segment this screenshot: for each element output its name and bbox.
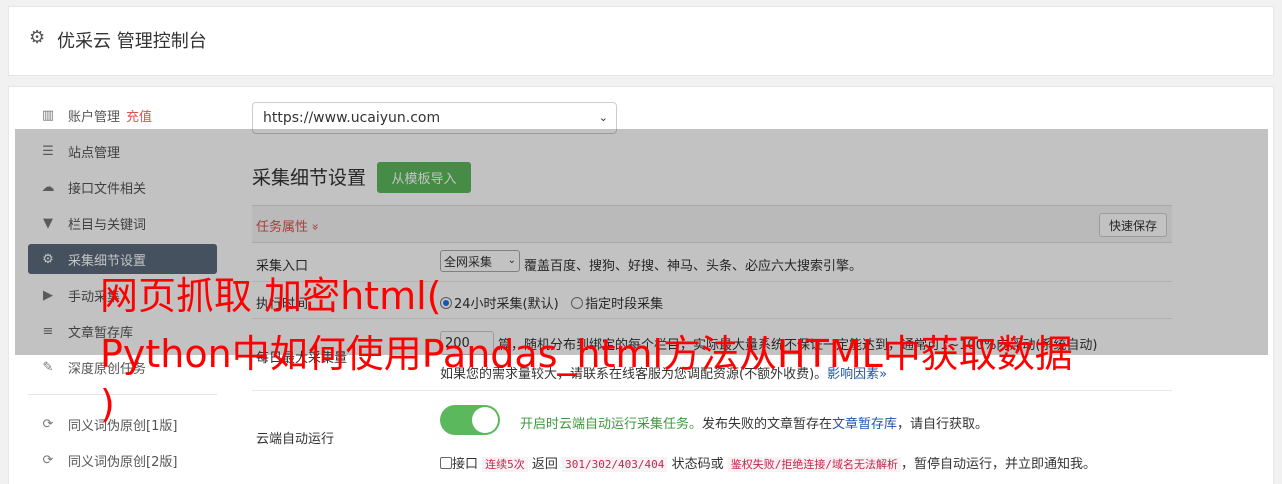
sidebar-item-label: 账户管理: [68, 109, 121, 125]
cloud-label: 云端自动运行: [256, 432, 335, 447]
code-status: 301/302/403/404: [562, 457, 668, 472]
page-title: 优采云 管理控制台: [57, 31, 207, 52]
site-select-value: https://www.ucaiyun.com: [263, 110, 441, 126]
pause-text-1: 返回: [531, 457, 558, 472]
sidebar-item-synonym-v2[interactable]: ⟳ 同义词伪原创[2版]: [28, 445, 217, 475]
pause-text-2: 状态码或: [671, 457, 724, 472]
cloud-toggle-text: 开启时云端自动运行采集任务。: [520, 417, 703, 432]
cloud-run-toggle[interactable]: [440, 405, 500, 435]
watermark-line-2: Python中如何使用Pandas_html方法从HTML中获取数据: [100, 332, 1073, 376]
sidebar-divider: [28, 394, 217, 395]
cloud-pause-option: 接口 连续5次 返回 301/302/403/404 状态码或 鉴权失败/拒绝连…: [440, 453, 1096, 472]
recharge-link[interactable]: 充值: [126, 106, 152, 125]
refresh-icon: ⟳: [42, 416, 54, 432]
code-errors: 鉴权失败/拒绝连接/域名无法解析: [727, 457, 901, 472]
sidebar-item-label: 同义词伪原创[1版]: [68, 418, 178, 434]
sidebar-item-synonym-v1[interactable]: ⟳ 同义词伪原创[1版]: [28, 409, 217, 439]
cloud-desc-before: 发布失败的文章暂存在: [702, 417, 833, 432]
row-divider: [252, 390, 1172, 391]
code-consecutive: 连续5次: [482, 457, 528, 472]
cloud-desc-after: ，请自行获取。: [897, 417, 989, 432]
toggle-knob: [472, 407, 498, 433]
pause-cb-label: 接口: [452, 457, 479, 472]
watermark-line-1: 网页抓取 加密html(: [100, 274, 442, 318]
article-storage-link[interactable]: 文章暂存库: [832, 417, 897, 432]
cloud-desc: 开启时云端自动运行采集任务。发布失败的文章暂存在文章暂存库，请自行获取。: [520, 413, 988, 432]
chevron-down-icon: ⌄: [598, 111, 608, 124]
pause-checkbox[interactable]: [440, 457, 452, 469]
pause-text-3: ，暂停自动运行，并立即通知我。: [900, 457, 1096, 472]
top-header: ⚙ 优采云 管理控制台: [8, 6, 1274, 76]
sidebar-item-account[interactable]: ▥ 账户管理 充值: [28, 100, 217, 130]
bar-chart-icon: ▥: [41, 107, 55, 123]
edit-icon: ✎: [42, 359, 54, 375]
gear-icon: ⚙: [29, 27, 46, 48]
refresh-icon: ⟳: [42, 452, 54, 468]
sidebar-item-label: 同义词伪原创[2版]: [68, 454, 178, 470]
watermark-line-3: ): [100, 382, 115, 426]
